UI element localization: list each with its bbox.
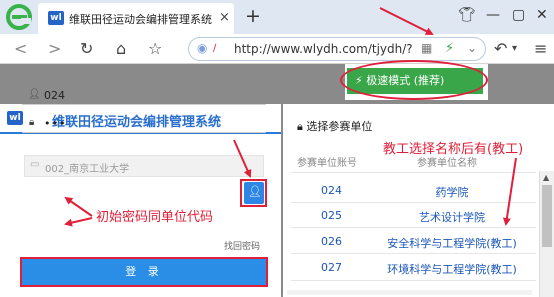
lock-icon: 🔒︎ [29, 117, 35, 128]
favorite-star-icon[interactable]: ☆ [148, 39, 162, 58]
row-separator [291, 227, 536, 228]
password-input[interactable]: ••• [44, 117, 66, 130]
speed-mode-highlight-oval [340, 60, 488, 100]
minimize-icon[interactable]: — [486, 7, 500, 23]
refresh-icon[interactable]: ↻ [80, 39, 93, 58]
menu-icon[interactable]: ≡ [534, 39, 547, 58]
row-name[interactable]: 药学院 [373, 184, 531, 200]
vertical-scrollbar[interactable]: ▲ [539, 171, 554, 297]
qr-code-icon[interactable]: ▦ [421, 41, 432, 55]
row-separator [291, 280, 536, 281]
skin-icon[interactable]: 👕︎ [458, 7, 476, 23]
unit-annotation: 教工选择名称后有(教工) [383, 142, 524, 157]
row-account[interactable]: 026 [321, 235, 342, 248]
forgot-password-link[interactable]: 找回密码 [224, 239, 260, 252]
col-header-account: 参赛单位账号 [297, 158, 357, 169]
row-name[interactable]: 艺术设计学院 [373, 209, 531, 225]
unit-panel-title: 🔒︎ 选择参赛单位 [297, 118, 372, 134]
login-title: 维联田径运动会编排管理系统 [52, 115, 222, 130]
tracking-icon[interactable]: ∕ [213, 43, 216, 54]
home-icon[interactable]: ⌂ [116, 39, 126, 58]
select-unit-highlight [240, 179, 267, 207]
speed-mode-lightning-icon[interactable]: ⚡ [445, 41, 454, 56]
close-tab-icon[interactable]: × [219, 10, 230, 25]
row-separator [291, 253, 536, 254]
address-url[interactable]: http://www.wlydh.com/tjydh/? [234, 42, 413, 56]
row-account[interactable]: 025 [321, 209, 342, 222]
scroll-up-icon[interactable]: ▲ [543, 173, 549, 182]
scroll-thumb[interactable] [542, 185, 552, 247]
unit-select-value: 002_南京工业大学 [45, 164, 130, 175]
user-icon: 👤︎ [28, 89, 41, 100]
row-name[interactable]: 环境科学与工程学院(教工) [373, 261, 531, 277]
horizontal-scrollbar[interactable] [287, 290, 532, 295]
password-underline [22, 132, 266, 133]
row-account[interactable]: 024 [321, 184, 342, 197]
forward-icon[interactable]: > [48, 39, 61, 58]
undo-dropdown-icon[interactable]: ▾ [512, 43, 517, 54]
account-underline [22, 104, 266, 105]
address-bar[interactable]: ◉ ∕ http://www.wlydh.com/tjydh/? ▦ ⚡ ⌄ [188, 37, 486, 61]
lock-icon: 🔒︎ [297, 120, 307, 133]
tab-title: 维联田径运动会编排管理系统 [69, 13, 212, 26]
login-header: wl 维联田径运动会编排管理系统 [0, 104, 281, 134]
header-separator [291, 172, 536, 173]
row-account[interactable]: 027 [321, 261, 342, 274]
unit-selection-panel: 🔒︎ 选择参赛单位 参赛单位账号 参赛单位名称 024 药学院 025 艺术设计… [283, 104, 554, 297]
back-icon[interactable]: < [14, 39, 27, 58]
row-name[interactable]: 安全科学与工程学院(教工) [373, 235, 531, 251]
browser-logo-icon[interactable] [4, 2, 34, 32]
close-window-icon[interactable]: ✕ [536, 7, 548, 23]
site-favicon-icon: wl [48, 11, 64, 25]
unit-icon: ▭ [30, 159, 40, 170]
login-logo-icon: wl [7, 111, 23, 125]
navigation-bar: < > ↻ ⌂ ☆ ◉ ∕ http://www.wlydh.com/tjydh… [0, 34, 554, 64]
undo-icon[interactable]: ↶ [494, 39, 507, 58]
new-tab-button[interactable]: + [245, 5, 261, 27]
password-annotation: 初始密码同单位代码 [96, 210, 214, 225]
security-icon[interactable]: ◉ [197, 41, 207, 55]
account-input[interactable]: 024 [44, 89, 65, 102]
browser-tab[interactable]: wl 维联田径运动会编排管理系统 × [38, 3, 234, 34]
tab-bar: wl 维联田径运动会编排管理系统 × + 👕︎ — ▢ ✕ [0, 0, 554, 34]
login-button-highlight [20, 257, 268, 287]
unit-panel-title-text: 选择参赛单位 [306, 120, 373, 133]
maximize-icon[interactable]: ▢ [512, 7, 525, 23]
unit-select-field[interactable]: ▭ 002_南京工业大学 [24, 155, 264, 177]
chevron-down-icon[interactable]: ⌄ [467, 41, 477, 55]
row-separator [291, 202, 536, 203]
